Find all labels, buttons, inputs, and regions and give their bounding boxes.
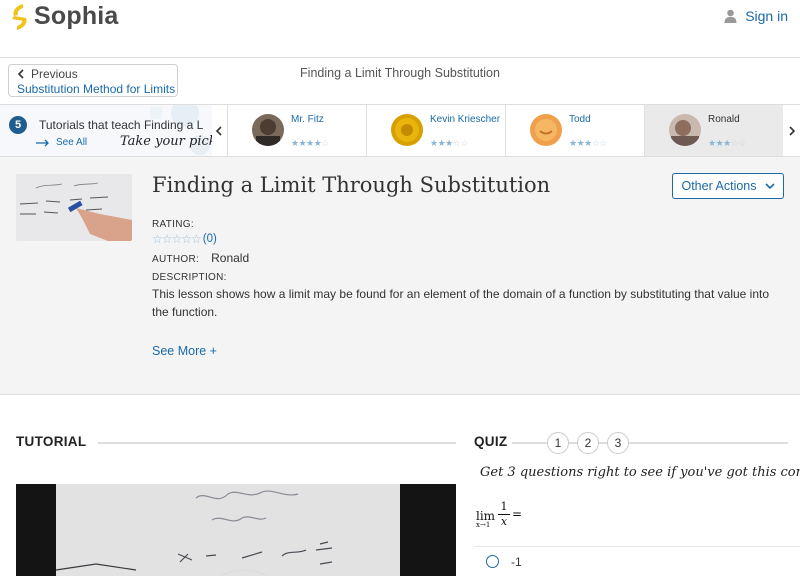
chevron-left-icon xyxy=(215,125,222,136)
author-label: AUTHOR: xyxy=(152,254,200,265)
author-name: Ronald xyxy=(211,251,250,265)
see-more-link[interactable]: See More + xyxy=(152,344,217,358)
tutor-rating-stars: ★★★☆☆ xyxy=(569,138,607,148)
radio-button[interactable] xyxy=(486,555,499,568)
tutor-card-ronald[interactable]: Ronald ★★★☆☆ xyxy=(644,105,783,156)
avatar xyxy=(669,114,701,146)
tutorials-strip: 5 Tutorials that teach Finding a Limit T… xyxy=(0,104,800,157)
description-label: DESCRIPTION: xyxy=(152,272,227,283)
quiz-step-1[interactable]: 1 xyxy=(547,432,569,454)
tutorial-video-player[interactable] xyxy=(16,484,456,576)
other-actions-label: Other Actions xyxy=(681,179,757,193)
tutor-rating-stars: ★★★★☆ xyxy=(291,138,329,148)
tutorial-heading: TUTORIAL xyxy=(16,434,87,449)
tutor-name: Kevin Kriescher xyxy=(430,114,501,125)
tutorial-divider xyxy=(98,442,456,444)
breadcrumb-current-title: Finding a Limit Through Substitution xyxy=(300,66,500,80)
tutor-card-kevin-kriescher[interactable]: Kevin Kriescher ★★★☆☆ xyxy=(366,105,505,156)
lesson-title: Finding a Limit Through Substitution xyxy=(152,173,551,197)
arrow-right-icon xyxy=(36,139,49,146)
quiz-step-2[interactable]: 2 xyxy=(577,432,599,454)
other-actions-button[interactable]: Other Actions xyxy=(672,173,784,199)
chevron-right-icon xyxy=(789,125,796,136)
lesson-rating[interactable]: ☆☆☆☆☆ (0) xyxy=(152,232,217,246)
quiz-hint: Get 3 questions right to see if you've g… xyxy=(480,465,800,480)
user-icon xyxy=(724,9,737,23)
sophia-logo[interactable]: Sophia xyxy=(10,2,119,31)
avatar xyxy=(391,114,423,146)
tutor-name: Ronald xyxy=(708,114,740,125)
previous-lesson-link[interactable]: Substitution Method for Limits xyxy=(17,82,175,96)
lim-subscript: x→1 xyxy=(476,521,491,529)
quiz-heading: QUIZ xyxy=(474,434,508,449)
quiz-step-3[interactable]: 3 xyxy=(607,432,629,454)
fraction-denominator: x xyxy=(500,515,508,528)
tutor-name: Mr. Fitz xyxy=(291,114,324,125)
tutor-rating-stars: ★★★☆☆ xyxy=(430,138,468,148)
lesson-info-panel: Finding a Limit Through Substitution Oth… xyxy=(0,157,800,395)
top-navigation-bar: Sophia Sign in xyxy=(0,0,800,58)
quiz-answer-option[interactable]: -1 xyxy=(474,546,800,576)
equals-sign: = xyxy=(512,507,523,521)
see-all-label: See All xyxy=(56,137,88,148)
avatar xyxy=(530,114,562,146)
tutorial-count-badge: 5 xyxy=(9,116,27,134)
rating-stars-icon[interactable]: ☆☆☆☆☆ xyxy=(152,232,202,246)
carousel-next-arrow[interactable] xyxy=(784,105,800,156)
tutor-card-mr-fitz[interactable]: Mr. Fitz ★★★★☆ xyxy=(227,105,366,156)
tutor-card-todd[interactable]: Todd ★★★☆☆ xyxy=(505,105,644,156)
chevron-down-icon xyxy=(764,182,775,189)
brand-name: Sophia xyxy=(34,2,119,30)
carousel-prev-arrow[interactable] xyxy=(211,105,227,156)
author-row: AUTHOR: Ronald xyxy=(152,251,249,265)
lesson-description: This lesson shows how a limit may be fou… xyxy=(152,287,770,319)
fraction-numerator: 1 xyxy=(500,500,508,513)
rating-label: RATING: xyxy=(152,219,194,230)
tutorials-strip-title: Tutorials that teach Finding a Limit Thr… xyxy=(39,118,204,132)
tutorials-strip-intro: 5 Tutorials that teach Finding a Limit T… xyxy=(0,105,212,156)
tutor-name: Todd xyxy=(569,114,591,125)
take-your-pick-label: Take your pick: xyxy=(120,134,212,149)
sign-in-link[interactable]: Sign in xyxy=(724,8,788,24)
sophia-logo-icon xyxy=(12,3,27,30)
avatar xyxy=(252,114,284,146)
see-all-link[interactable]: See All xyxy=(36,137,87,148)
answer-text: -1 xyxy=(511,554,522,569)
sign-in-label: Sign in xyxy=(745,8,788,24)
tutor-rating-stars: ★★★☆☆ xyxy=(708,138,746,148)
lesson-thumbnail[interactable] xyxy=(16,174,132,241)
lesson-breadcrumb-bar: Previous Substitution Method for Limits … xyxy=(0,58,800,104)
rating-count: (0) xyxy=(202,233,217,245)
